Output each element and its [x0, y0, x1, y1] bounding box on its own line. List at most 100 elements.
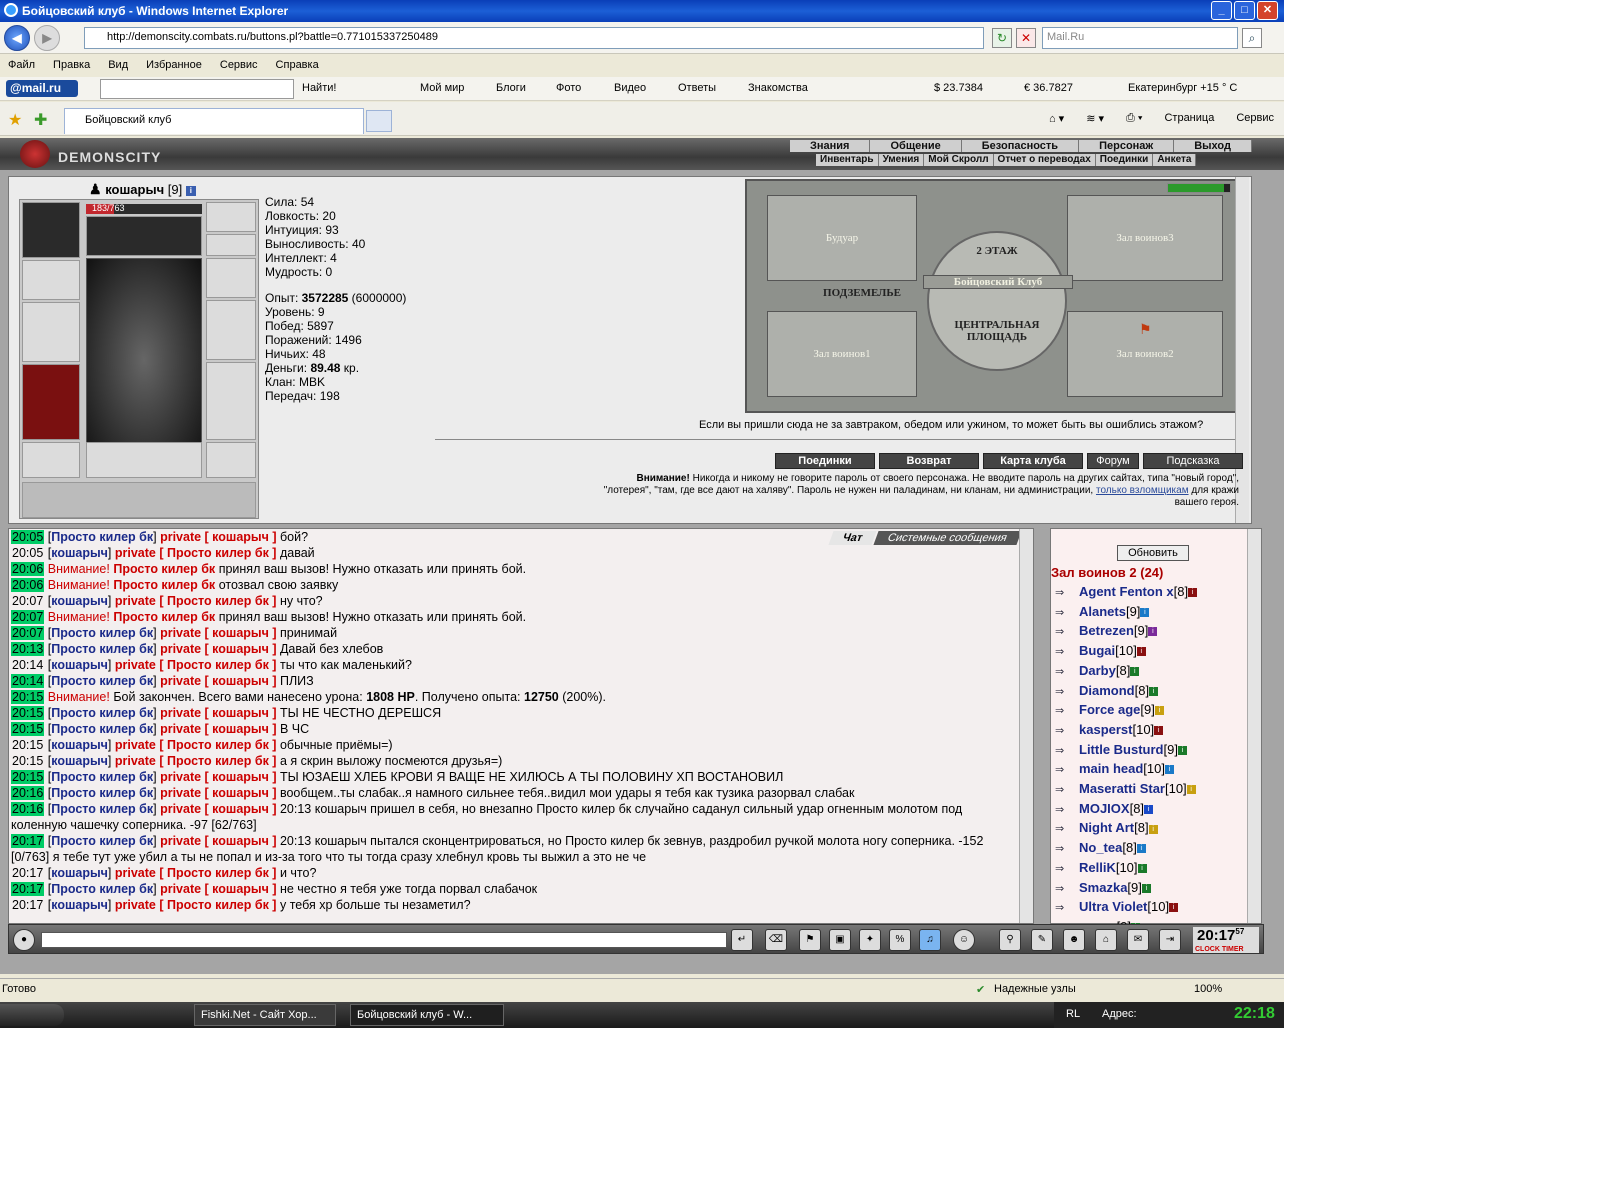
- club-map-button[interactable]: Карта клуба: [983, 453, 1083, 469]
- user-info-icon[interactable]: i: [1164, 765, 1174, 775]
- pocket-slots[interactable]: [86, 442, 202, 478]
- nav-social[interactable]: Общение: [870, 140, 962, 152]
- chat-scrollbar[interactable]: [1019, 529, 1033, 923]
- user-name[interactable]: kasperst: [1079, 722, 1132, 737]
- central-square-link[interactable]: ЦЕНТРАЛЬНАЯ ПЛОЩАДЬ: [933, 319, 1061, 343]
- add-favorite-icon[interactable]: ✚: [34, 110, 47, 130]
- scroll-icon[interactable]: ✎: [1031, 929, 1053, 951]
- user-list-item[interactable]: ⇒ Diamond[8] i: [1055, 682, 1245, 702]
- nav-duels[interactable]: Поединки: [1096, 154, 1154, 166]
- user-name[interactable]: Little Busturd: [1079, 742, 1164, 757]
- private-arrow-icon[interactable]: ⇒: [1055, 802, 1079, 820]
- helmet-slot[interactable]: [22, 202, 80, 258]
- user-name[interactable]: Force age: [1079, 702, 1140, 717]
- user-list-item[interactable]: ⇒ Maseratti Star[10] i: [1055, 780, 1245, 800]
- message-user[interactable]: кошарыч: [51, 738, 108, 752]
- new-tab-button[interactable]: [366, 110, 392, 132]
- user-info-icon[interactable]: i: [1188, 588, 1198, 598]
- user-list-item[interactable]: ⇒ Ultra Violet[10] i: [1055, 898, 1245, 918]
- home-game-icon[interactable]: ⌂: [1095, 929, 1117, 951]
- user-info-icon[interactable]: i: [1154, 706, 1164, 716]
- private-arrow-icon[interactable]: ⇒: [1055, 684, 1079, 702]
- answers-link[interactable]: Ответы: [678, 82, 716, 94]
- armor-slot[interactable]: [22, 364, 80, 440]
- task-fishki[interactable]: Fishki.Net - Сайт Хор...: [194, 1004, 336, 1026]
- speed-icon[interactable]: ♫: [919, 929, 941, 951]
- search-input[interactable]: Mail.Ru: [1042, 27, 1238, 49]
- hint-button[interactable]: Подсказка: [1143, 453, 1243, 469]
- message-user[interactable]: Просто килер бк: [51, 834, 153, 848]
- room-warriors3[interactable]: Зал воинов3: [1067, 195, 1223, 281]
- user-list-item[interactable]: ⇒ kasperst[10] i: [1055, 721, 1245, 741]
- minimize-button[interactable]: _: [1211, 1, 1232, 20]
- refresh-icon[interactable]: ↻: [992, 28, 1012, 48]
- system-user[interactable]: Просто килер бк: [113, 578, 215, 592]
- message-user[interactable]: кошарыч: [51, 658, 108, 672]
- user-info-icon[interactable]: i: [1136, 844, 1146, 854]
- pants-slot[interactable]: [206, 362, 256, 440]
- menu-file[interactable]: Файл: [8, 59, 35, 73]
- user-list-item[interactable]: ⇒ Betrezen[9] i: [1055, 622, 1245, 642]
- nav-knowledge[interactable]: Знания: [790, 140, 871, 152]
- nav-security[interactable]: Безопасность: [961, 140, 1080, 152]
- nav-scroll[interactable]: Мой Скролл: [924, 154, 994, 166]
- send-icon[interactable]: ↵: [731, 929, 753, 951]
- private-arrow-icon[interactable]: ⇒: [1055, 782, 1079, 800]
- menu-help[interactable]: Справка: [276, 59, 319, 73]
- menu-view[interactable]: Вид: [108, 59, 128, 73]
- smiley-icon[interactable]: ☺: [953, 929, 975, 951]
- user-name[interactable]: Bugai: [1079, 643, 1115, 658]
- home-icon[interactable]: ⌂ ▾: [1049, 112, 1064, 125]
- message-user[interactable]: Просто килер бк: [51, 722, 153, 736]
- message-user[interactable]: Просто килер бк: [51, 626, 153, 640]
- user-info-icon[interactable]: i: [1149, 686, 1159, 696]
- private-arrow-icon[interactable]: ⇒: [1055, 644, 1079, 662]
- friends-icon[interactable]: ☻: [1063, 929, 1085, 951]
- exit-icon[interactable]: ⇥: [1159, 929, 1181, 951]
- private-arrow-icon[interactable]: ⇒: [1055, 605, 1079, 623]
- menu-tools[interactable]: Сервис: [220, 59, 258, 73]
- room-boudoir[interactable]: Будуар: [767, 195, 917, 281]
- user-name[interactable]: Diamond: [1079, 683, 1135, 698]
- mailru-search-input[interactable]: [100, 79, 294, 99]
- video-link[interactable]: Видео: [614, 82, 646, 94]
- task-fight-club[interactable]: Бойцовский клуб - W...: [350, 1004, 504, 1026]
- user-info-icon[interactable]: i: [1148, 824, 1158, 834]
- search-icon[interactable]: ⌕: [1242, 28, 1262, 48]
- back-button[interactable]: ◀: [4, 25, 30, 51]
- message-user[interactable]: Просто килер бк: [51, 786, 153, 800]
- private-arrow-icon[interactable]: ⇒: [1055, 664, 1079, 682]
- message-user[interactable]: Просто килер бк: [51, 642, 153, 656]
- private-arrow-icon[interactable]: ⇒: [1055, 881, 1079, 899]
- private-arrow-icon[interactable]: ⇒: [1055, 861, 1079, 879]
- filter-icon[interactable]: ⚑: [799, 929, 821, 951]
- nav-transfers[interactable]: Отчет о переводах: [994, 154, 1096, 166]
- user-name[interactable]: Betrezen: [1079, 623, 1134, 638]
- rings-slots[interactable]: [86, 216, 202, 256]
- user-name[interactable]: Night Art: [1079, 820, 1134, 835]
- zoom-level[interactable]: 100%: [1194, 983, 1222, 995]
- user-name[interactable]: Smazka: [1079, 880, 1127, 895]
- users-scrollbar[interactable]: [1247, 529, 1261, 923]
- user-list-item[interactable]: ⇒ Little Busturd[9] i: [1055, 741, 1245, 761]
- message-user[interactable]: Просто килер бк: [51, 770, 153, 784]
- message-user[interactable]: Просто килер бк: [51, 530, 153, 544]
- message-user[interactable]: Просто килер бк: [51, 802, 153, 816]
- tab-system-messages[interactable]: Системные сообщения: [873, 531, 1022, 545]
- weapon-slot[interactable]: [22, 302, 80, 362]
- translit-icon[interactable]: %: [889, 929, 911, 951]
- nav-skills[interactable]: Умения: [879, 154, 925, 166]
- stop-icon[interactable]: ✕: [1016, 28, 1036, 48]
- user-info-icon[interactable]: i: [1186, 785, 1196, 795]
- feeds-icon[interactable]: ≋ ▾: [1086, 112, 1104, 125]
- message-user[interactable]: кошарыч: [51, 898, 108, 912]
- clear-icon[interactable]: ⌫: [765, 929, 787, 951]
- nav-character[interactable]: Персонаж: [1079, 140, 1175, 152]
- tab-chat[interactable]: Чат: [828, 531, 877, 545]
- user-info-icon[interactable]: i: [1141, 883, 1151, 893]
- user-name[interactable]: main head: [1079, 761, 1143, 776]
- dating-link[interactable]: Знакомства: [748, 82, 808, 94]
- start-button[interactable]: [0, 1004, 64, 1026]
- user-list-item[interactable]: ⇒ Bugai[10] i: [1055, 642, 1245, 662]
- private-arrow-icon[interactable]: ⇒: [1055, 821, 1079, 839]
